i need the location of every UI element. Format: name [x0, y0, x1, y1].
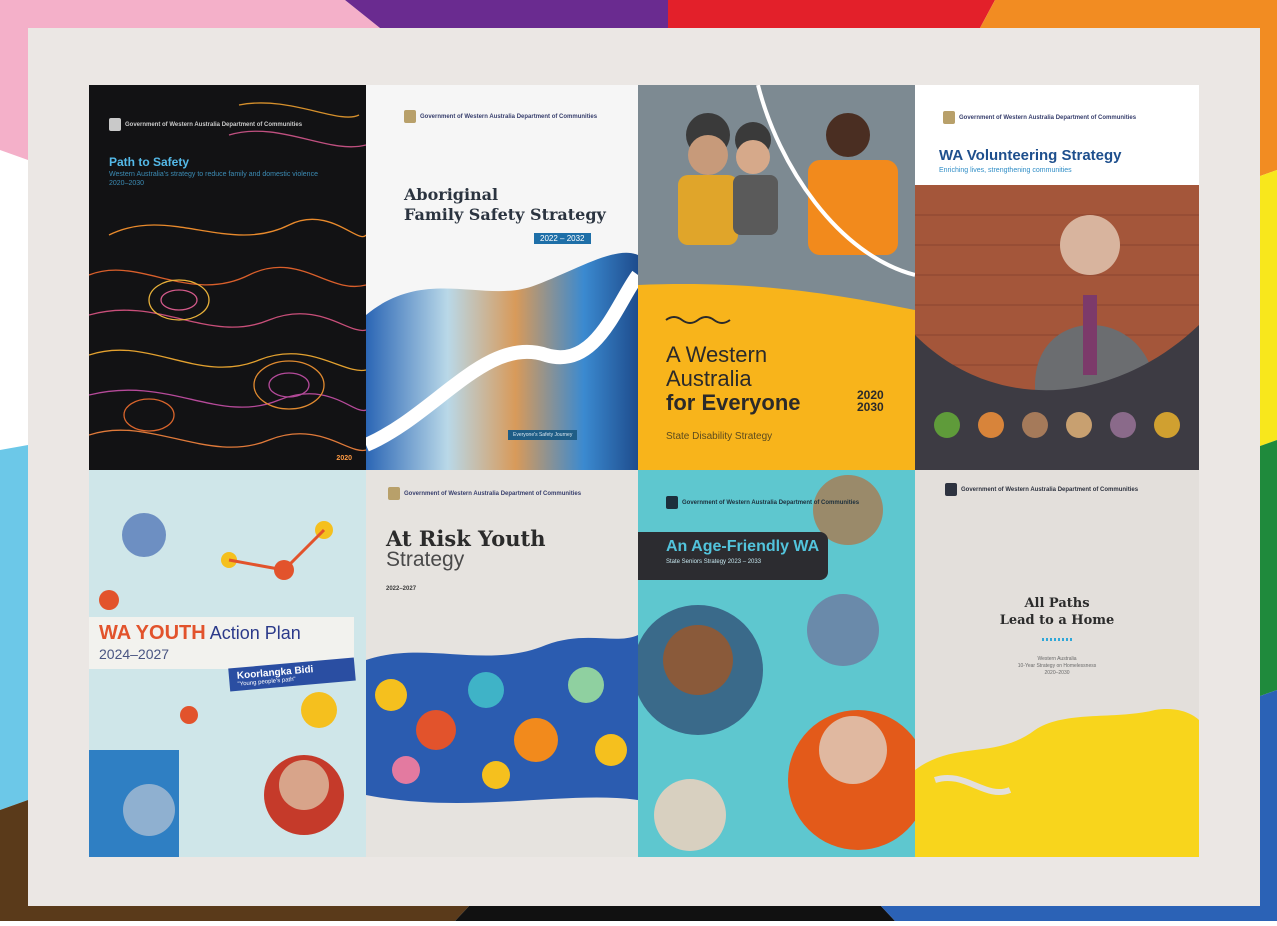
cover-title: Path to Safety: [109, 155, 190, 169]
dotted-divider: [1042, 638, 1072, 641]
cover-wa-for-everyone: A Western Australia for Everyone 2020 20…: [638, 85, 915, 470]
cover-title: All Paths Lead to a Home: [915, 595, 1199, 629]
contour-pattern: [89, 102, 366, 452]
cover-title: Aboriginal Family Safety Strategy: [404, 185, 629, 225]
gov-logo-text: Government of Western Australia Departme…: [388, 487, 581, 500]
title-line-2: Family Safety Strategy: [404, 205, 606, 224]
title-line-1: Aboriginal: [404, 185, 499, 204]
title-line-1: All Paths: [1024, 596, 1090, 611]
gov-logo-text: Government of Western Australia Departme…: [945, 483, 1138, 496]
title-action-plan: Action Plan: [209, 623, 301, 643]
cover-at-risk-youth: Government of Western Australia Departme…: [366, 470, 638, 857]
strategy-covers-grid: Government of Western Australia Departme…: [89, 85, 1199, 857]
wave-artwork: [366, 252, 638, 470]
cover-title: WA YOUTH Action Plan: [99, 622, 301, 645]
cover-year: 2020: [336, 455, 352, 462]
title-line-3: for Everyone: [666, 390, 801, 415]
cover-subtitle: Western Australia 10-Year Strategy on Ho…: [915, 656, 1199, 677]
cover-subtitle: Western Australia's strategy to reduce f…: [109, 171, 318, 187]
cover-title: An Age-Friendly WA: [666, 538, 820, 555]
title-line-2: Australia: [666, 366, 752, 391]
cover-title-line-2: Strategy: [386, 548, 465, 571]
cover-subtitle: State Disability Strategy: [666, 431, 773, 442]
gov-logo-text: Government of Western Australia Departme…: [404, 110, 597, 123]
footer-label: Everyone's Safety Journey: [508, 430, 578, 440]
cover-aboriginal-family-safety: Government of Western Australia Departme…: [366, 85, 638, 470]
subtitle-line-1: Western Australia: [1037, 656, 1077, 662]
cover-subtitle: Enriching lives, strengthening communiti…: [939, 167, 1072, 174]
brick-photo: [915, 185, 1199, 470]
subtitle-line-3: 2020–2030: [1044, 670, 1070, 676]
gov-logo-text: Government of Western Australia Departme…: [109, 118, 302, 131]
cover-subtitle: State Seniors Strategy 2023 – 2033: [666, 559, 762, 565]
subtitle-line-2: 10-Year Strategy on Homelessness: [1017, 663, 1097, 669]
cover-path-to-safety: Government of Western Australia Departme…: [89, 85, 366, 470]
cover-years: 2020 2030: [857, 389, 884, 413]
cover-title: WA Volunteering Strategy: [939, 147, 1122, 164]
gov-logo-text: Government of Western Australia Departme…: [666, 496, 859, 509]
cover-all-paths: Government of Western Australia Departme…: [915, 470, 1199, 857]
title-line-1: A Western: [666, 342, 768, 367]
photo-bubbles: [638, 475, 915, 851]
year-end: 2030: [857, 400, 884, 414]
years-badge: 2022 – 2032: [534, 233, 591, 244]
cover-title: A Western Australia for Everyone: [666, 343, 801, 415]
cover-wa-volunteering: Government of Western Australia Departme…: [915, 85, 1199, 470]
cover-years: 2024–2027: [99, 646, 170, 662]
cover-years: 2022–2027: [386, 586, 417, 592]
title-line-2: Lead to a Home: [999, 613, 1115, 628]
title-wa-youth: WA YOUTH: [99, 622, 206, 644]
gov-logo-text: Government of Western Australia Departme…: [943, 111, 1136, 124]
cover-wa-youth: WA YOUTH Action Plan 2024–2027 Koorlangk…: [89, 470, 366, 857]
cover-age-friendly-wa: Government of Western Australia Departme…: [638, 470, 915, 857]
